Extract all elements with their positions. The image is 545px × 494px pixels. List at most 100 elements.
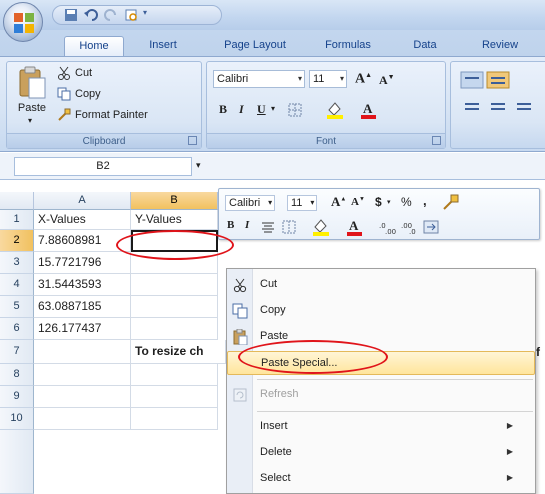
font-size-value: 11 (313, 73, 325, 85)
cell-b8[interactable] (131, 364, 218, 386)
clipboard-launcher-icon[interactable] (188, 136, 197, 145)
cell-a6[interactable]: 126.177437 (34, 318, 131, 340)
font-launcher-icon[interactable] (432, 136, 441, 145)
cell-a4[interactable]: 31.5443593 (34, 274, 131, 296)
cell-a8[interactable] (34, 364, 131, 386)
mini-comma-button[interactable]: , (423, 193, 427, 208)
redo-icon[interactable] (103, 8, 119, 22)
tab-data[interactable]: Data (405, 36, 445, 56)
italic-button[interactable]: I (239, 102, 244, 117)
ribbon: Paste ▾ Cut Copy Format Painter Clipboar… (0, 56, 545, 152)
cell-b1[interactable]: Y-Values (131, 210, 218, 230)
underline-button[interactable]: U (257, 102, 266, 117)
customize-qat-icon[interactable]: ▾ (143, 8, 159, 22)
mini-size-combo[interactable]: 11 ▾ (287, 195, 318, 211)
mini-font-combo[interactable]: Calibri ▾ (225, 195, 276, 211)
borders-icon[interactable] (287, 102, 305, 118)
refresh-icon (233, 388, 247, 402)
cell-a3[interactable]: 15.7721796 (34, 252, 131, 274)
cell-b4[interactable] (131, 274, 218, 296)
row-header[interactable]: 4 (0, 274, 34, 296)
cell-a10[interactable] (34, 408, 131, 430)
chevron-down-icon: ▾ (339, 74, 344, 83)
select-all-corner[interactable] (0, 192, 34, 210)
mini-grow-font-icon[interactable]: A▲ (331, 194, 346, 210)
mini-bold-button[interactable]: B (227, 219, 234, 231)
font-family-combo[interactable]: Calibri ▾ (213, 70, 305, 88)
mini-currency-button[interactable]: $ (375, 195, 382, 209)
cell-a7[interactable] (34, 340, 131, 364)
row-header[interactable]: 2 (0, 230, 34, 252)
office-button[interactable] (3, 2, 43, 42)
chevron-right-icon: ▶ (506, 421, 513, 430)
mini-size-value: 11 (291, 197, 303, 209)
row-header[interactable]: 8 (0, 364, 34, 386)
copy-button[interactable]: Copy (57, 87, 101, 101)
cut-button[interactable]: Cut (57, 66, 92, 80)
paste-icon (233, 329, 248, 345)
annotation-ellipse-paste-special (238, 340, 388, 374)
mini-decrease-decimal-icon[interactable]: .00.0 (401, 219, 421, 235)
tab-review[interactable]: Review (470, 36, 530, 56)
mini-italic-button[interactable]: I (245, 219, 249, 231)
cell-a9[interactable] (34, 386, 131, 408)
row-header[interactable]: 10 (0, 408, 34, 430)
menu-item-copy[interactable]: Copy (227, 299, 535, 323)
font-color-icon[interactable]: A (359, 100, 379, 120)
paste-button[interactable]: Paste ▾ (15, 66, 49, 128)
tab-page-layout[interactable]: Page Layout (215, 36, 295, 56)
mini-font-color-icon[interactable]: A (345, 217, 365, 237)
mini-format-painter-icon[interactable] (441, 194, 461, 212)
format-painter-label: Format Painter (75, 109, 148, 121)
tab-home[interactable]: Home (64, 36, 124, 56)
mini-borders-icon[interactable] (281, 219, 299, 235)
menu-item-select[interactable]: Select ▶ (227, 467, 535, 491)
format-painter-button[interactable]: Format Painter (57, 108, 148, 122)
row-header[interactable]: 6 (0, 318, 34, 340)
mini-fill-color-icon[interactable] (311, 217, 333, 237)
print-preview-icon[interactable] (123, 8, 139, 22)
mini-merge-center-icon[interactable] (423, 219, 439, 235)
menu-item-label: Delete (260, 446, 292, 458)
menu-separator (257, 379, 533, 380)
cell-a1[interactable]: X-Values (34, 210, 131, 230)
name-box[interactable]: B2 (14, 157, 192, 176)
column-header-a[interactable]: A (34, 192, 131, 210)
menu-item-label: Copy (260, 304, 286, 316)
undo-icon[interactable] (83, 8, 99, 22)
row-header[interactable]: 3 (0, 252, 34, 274)
menu-item-insert[interactable]: Insert ▶ (227, 415, 535, 439)
grow-font-icon[interactable]: A▲ (355, 71, 372, 88)
font-size-combo[interactable]: 11 ▾ (309, 70, 347, 88)
tab-formulas[interactable]: Formulas (318, 36, 378, 56)
mini-increase-decimal-icon[interactable]: .0.00 (379, 219, 399, 235)
row-header-filler (0, 430, 34, 494)
alignment-icons[interactable] (459, 70, 545, 120)
shrink-font-icon[interactable]: A▼ (379, 73, 395, 88)
cell-a5[interactable]: 63.0887185 (34, 296, 131, 318)
cell-b5[interactable] (131, 296, 218, 318)
bold-button[interactable]: B (219, 102, 227, 117)
cell-b7[interactable]: To resize ch (131, 340, 226, 364)
fill-color-icon[interactable] (325, 100, 347, 120)
mini-percent-button[interactable]: % (401, 195, 412, 209)
mini-center-icon[interactable] (261, 220, 275, 234)
clipboard-group: Paste ▾ Cut Copy Format Painter Clipboar… (6, 61, 202, 149)
tab-insert[interactable]: Insert (138, 36, 188, 56)
column-header-b[interactable]: B (131, 192, 218, 210)
cell-b9[interactable] (131, 386, 218, 408)
menu-item-label: Insert (260, 420, 288, 432)
save-icon[interactable] (63, 8, 79, 22)
mini-shrink-font-icon[interactable]: A▼ (351, 196, 365, 208)
cell-b10[interactable] (131, 408, 218, 430)
cell-b6[interactable] (131, 318, 218, 340)
scissors-icon (58, 66, 70, 80)
row-header[interactable]: 9 (0, 386, 34, 408)
row-header[interactable]: 7 (0, 340, 34, 364)
menu-item-cut[interactable]: Cut (227, 273, 535, 297)
cut-label: Cut (75, 67, 93, 79)
row-header[interactable]: 1 (0, 210, 34, 230)
menu-item-delete[interactable]: Delete ▶ (227, 441, 535, 465)
row-header[interactable]: 5 (0, 296, 34, 318)
chevron-down-icon: ▾ (268, 198, 273, 207)
